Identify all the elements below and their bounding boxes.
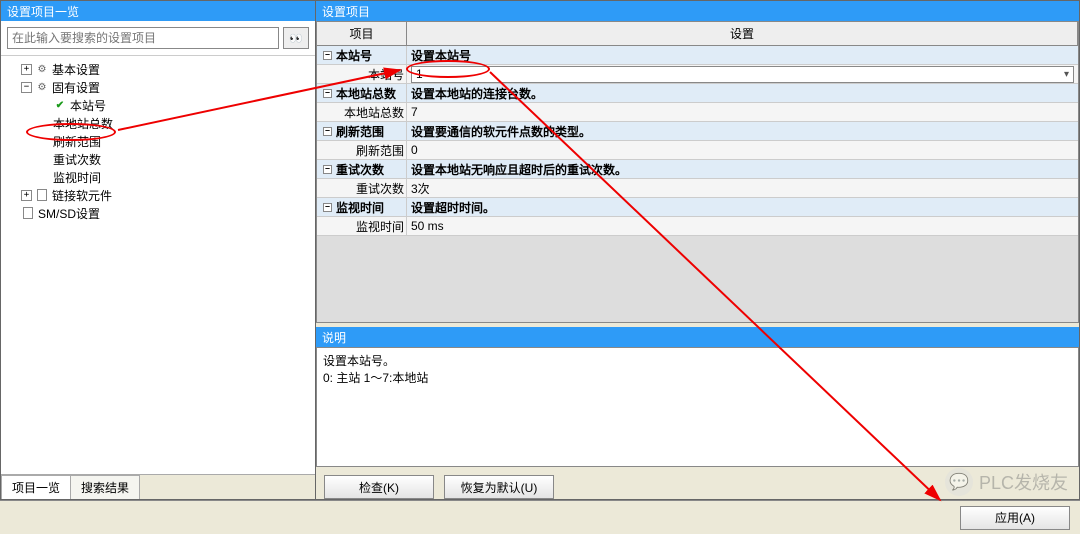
section-desc: 设置要通信的软元件点数的类型。: [407, 122, 1078, 140]
description-title: 说明: [316, 327, 1079, 347]
page-icon: [35, 188, 49, 202]
collapse-icon[interactable]: −: [323, 51, 332, 60]
section-desc: 设置本站号: [407, 46, 1078, 64]
tree-label: 链接软元件: [52, 187, 112, 204]
page-icon: [21, 206, 35, 220]
section-own-station[interactable]: −本站号 设置本站号: [317, 46, 1078, 65]
tree-label: 刷新范围: [53, 133, 101, 150]
tree-monitor-time[interactable]: 监视时间: [3, 168, 313, 186]
expander-icon[interactable]: −: [21, 82, 32, 93]
search-button[interactable]: 👀: [283, 27, 309, 49]
tree-own-station[interactable]: ✔ 本站号: [3, 96, 313, 114]
right-panel-title: 设置项目: [316, 1, 1079, 21]
row-own-station-value[interactable]: 本站号 1▾: [317, 65, 1078, 84]
tree-label: SM/SD设置: [38, 205, 100, 222]
cell-value: 50 ms: [407, 217, 1078, 235]
section-label: 本站号: [336, 47, 372, 64]
row-label: 监视时间: [317, 217, 407, 235]
cell-value: 0: [407, 141, 1078, 159]
tree-label: 重试次数: [53, 151, 101, 168]
cell-value: 7: [407, 103, 1078, 121]
row-label: 刷新范围: [317, 141, 407, 159]
search-input[interactable]: [7, 27, 279, 49]
expander-icon[interactable]: +: [21, 64, 32, 75]
row-label: 重试次数: [317, 179, 407, 197]
settings-tree[interactable]: + ⚙ 基本设置 − ⚙ 固有设置 ✔ 本站号 本地站总数 刷新范围 重试次数: [1, 56, 315, 474]
section-desc: 设置本地站无响应且超时后的重试次数。: [407, 160, 1078, 178]
tree-link-soft[interactable]: + 链接软元件: [3, 186, 313, 204]
watermark-text: PLC发烧友: [979, 469, 1068, 495]
tree-label: 监视时间: [53, 169, 101, 186]
row-local-total-value[interactable]: 本地站总数 7: [317, 103, 1078, 122]
check-button[interactable]: 检查(K): [324, 475, 434, 499]
collapse-icon[interactable]: −: [323, 89, 332, 98]
wechat-icon: 💬: [945, 468, 973, 496]
left-panel-title: 设置项目一览: [1, 1, 315, 21]
cell-value: 1: [416, 67, 423, 81]
row-monitor-value[interactable]: 监视时间 50 ms: [317, 217, 1078, 236]
tree-label: 本站号: [70, 97, 106, 114]
section-refresh-range[interactable]: −刷新范围 设置要通信的软元件点数的类型。: [317, 122, 1078, 141]
description-body: 设置本站号。 0: 主站 1～7:本地站: [316, 347, 1079, 467]
apply-button[interactable]: 应用(A): [960, 506, 1070, 530]
section-monitor[interactable]: −监视时间 设置超时时间。: [317, 198, 1078, 217]
tree-basic-settings[interactable]: + ⚙ 基本设置: [3, 60, 313, 78]
gear-icon: ⚙: [35, 62, 49, 76]
restore-default-button[interactable]: 恢复为默认(U): [444, 475, 554, 499]
settings-grid: 项目 设置 −本站号 设置本站号 本站号 1▾ −本地站总数 设置本地站的连接台…: [316, 21, 1079, 323]
check-icon: ✔: [53, 98, 67, 112]
row-label: 本站号: [317, 65, 407, 83]
gear-icon: ⚙: [35, 80, 49, 94]
collapse-icon[interactable]: −: [323, 165, 332, 174]
section-local-total[interactable]: −本地站总数 设置本地站的连接台数。: [317, 84, 1078, 103]
section-label: 监视时间: [336, 199, 384, 216]
tree-retry-count[interactable]: 重试次数: [3, 150, 313, 168]
tree-smsd[interactable]: SM/SD设置: [3, 204, 313, 222]
tree-refresh-range[interactable]: 刷新范围: [3, 132, 313, 150]
row-label: 本地站总数: [317, 103, 407, 121]
tree-intrinsic-settings[interactable]: − ⚙ 固有设置: [3, 78, 313, 96]
tree-label: 固有设置: [52, 79, 100, 96]
column-header-setting: 设置: [407, 22, 1078, 45]
watermark: 💬 PLC发烧友: [945, 468, 1068, 496]
section-label: 重试次数: [336, 161, 384, 178]
collapse-icon[interactable]: −: [323, 127, 332, 136]
tree-label: 本地站总数: [53, 115, 113, 132]
own-station-input[interactable]: 1▾: [411, 66, 1074, 83]
tab-item-list[interactable]: 项目一览: [1, 475, 71, 499]
row-refresh-value[interactable]: 刷新范围 0: [317, 141, 1078, 160]
binoculars-icon: 👀: [289, 32, 303, 45]
tab-search-results[interactable]: 搜索结果: [70, 475, 140, 499]
tree-local-total[interactable]: 本地站总数: [3, 114, 313, 132]
cell-value: 3次: [407, 179, 1078, 197]
tree-label: 基本设置: [52, 61, 100, 78]
column-header-item: 项目: [317, 22, 407, 45]
collapse-icon[interactable]: −: [323, 203, 332, 212]
section-desc: 设置本地站的连接台数。: [407, 84, 1078, 102]
section-retry[interactable]: −重试次数 设置本地站无响应且超时后的重试次数。: [317, 160, 1078, 179]
expander-icon[interactable]: +: [21, 190, 32, 201]
section-label: 刷新范围: [336, 123, 384, 140]
section-label: 本地站总数: [336, 85, 396, 102]
section-desc: 设置超时时间。: [407, 198, 1078, 216]
chevron-down-icon[interactable]: ▾: [1064, 69, 1069, 80]
row-retry-value[interactable]: 重试次数 3次: [317, 179, 1078, 198]
